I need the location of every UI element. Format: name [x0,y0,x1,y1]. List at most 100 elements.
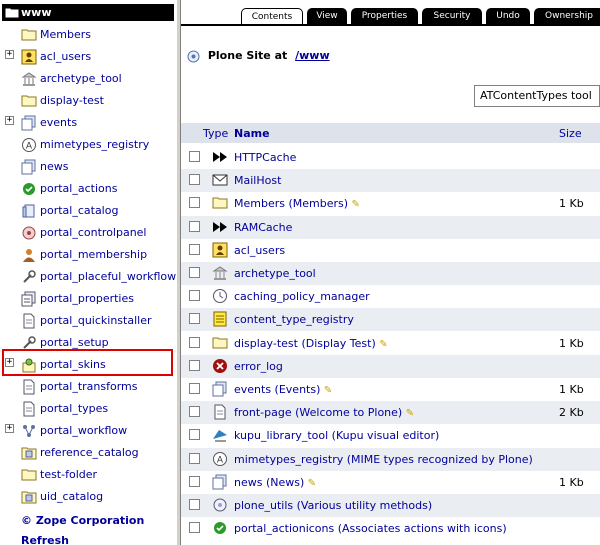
row-name-link[interactable]: archetype_tool [234,267,316,280]
row-checkbox[interactable] [189,336,200,348]
row-name-text: plone_utils (Various utility methods) [234,499,433,512]
row-checkbox[interactable] [189,313,200,325]
document-icon [21,379,35,395]
row-name-link[interactable]: MailHost [234,174,281,187]
tree-item-portal-actions[interactable]: portal_actions [0,179,176,199]
table-row: portal_actionicons (Associates actions w… [181,517,600,540]
row-name-link[interactable]: error_log [234,360,283,373]
row-checkbox[interactable] [189,174,200,186]
tree-item-reference-catalog[interactable]: reference_catalog [0,443,176,463]
acl-users-icon [212,242,228,258]
fast-forward-icon [212,149,228,165]
row-name-link[interactable]: Members (Members) ✎ [234,197,360,210]
row-name-link[interactable]: content_type_registry [234,313,354,326]
tree-item-portal-catalog[interactable]: portal_catalog [0,201,176,221]
row-checkbox[interactable] [189,406,200,418]
column-name[interactable]: Name [234,127,270,140]
row-name-link[interactable]: display-test (Display Test) ✎ [234,337,388,350]
row-name-link[interactable]: HTTPCache [234,151,296,164]
archetype-tool-icon [212,265,228,281]
error-icon [212,358,228,374]
catalog-icon [21,203,35,218]
tree-item-label: portal_types [40,402,109,415]
row-name-link[interactable]: plone_utils (Various utility methods) [234,499,432,512]
tab-view[interactable]: View [307,8,347,24]
column-size[interactable]: Size [559,127,582,140]
row-checkbox[interactable] [189,475,200,487]
row-size: 1 Kb [559,383,584,396]
zope-corporation-link[interactable]: © Zope Corporation [21,514,144,527]
expand-icon[interactable]: + [5,424,14,433]
tab-ownership[interactable]: Ownership [534,8,600,24]
tree-item-label: reference_catalog [40,446,139,459]
row-name-link[interactable]: events (Events) ✎ [234,383,332,396]
tree-item-acl-users[interactable]: + acl_users [0,47,176,67]
tree-item-archetype-tool[interactable]: archetype_tool [0,69,176,89]
tree-item-events[interactable]: + events [0,113,176,133]
tree-item-portal-transforms[interactable]: portal_transforms [0,377,176,397]
table-row: Amimetypes_registry (MIME types recogniz… [181,447,600,471]
plone-site-icon [187,50,200,63]
expand-icon[interactable]: + [5,50,14,59]
table-row: Members (Members) ✎ 1 Kb [181,192,600,215]
row-checkbox[interactable] [189,452,200,464]
document-icon [212,404,228,420]
tree-item-display-test[interactable]: display-test [0,91,176,111]
expand-icon[interactable]: + [5,116,14,125]
row-name-link[interactable]: mimetypes_registry (MIME types recognize… [234,453,533,466]
row-checkbox[interactable] [189,290,200,302]
tab-undo[interactable]: Undo [486,8,530,24]
properties-icon [21,291,36,307]
row-checkbox[interactable] [189,383,200,394]
tab-properties[interactable]: Properties [351,8,418,24]
table-row: content_type_registry [181,308,600,332]
tree-item-portal-workflow[interactable]: + portal_workflow [0,421,176,441]
column-type[interactable]: Type [203,127,228,140]
tree-item-portal-controlpanel[interactable]: portal_controlpanel [0,223,176,243]
row-checkbox[interactable] [189,429,200,441]
row-name-text: news (News) [234,475,305,489]
tree-item-members[interactable]: Members [0,25,176,45]
tree-item-portal-placeful-workflow[interactable]: portal_placeful_workflow [0,267,176,287]
row-name-link[interactable]: RAMCache [234,221,292,234]
tree-root[interactable]: www [0,3,176,23]
row-checkbox[interactable] [189,197,200,209]
row-checkbox[interactable] [189,499,200,510]
document-icon [21,313,35,329]
row-checkbox[interactable] [189,359,200,371]
add-object-select[interactable]: ATContentTypes tool [474,85,600,107]
row-checkbox[interactable] [189,522,200,534]
row-name-link[interactable]: kupu_library_tool (Kupu visual editor) [234,429,439,442]
row-name-link[interactable]: news (News) ✎ [234,476,316,489]
tree-item-test-folder[interactable]: test-folder [0,465,176,485]
tree-item-news[interactable]: news [0,157,176,177]
tab-security[interactable]: Security [422,8,482,24]
tree-item-label: portal_controlpanel [40,226,147,239]
row-name-link[interactable]: acl_users [234,244,285,257]
row-checkbox[interactable] [189,151,200,162]
refresh-link[interactable]: Refresh [21,534,69,545]
tree-item-portal-quickinstaller[interactable]: portal_quickinstaller [0,311,176,331]
row-name-text: events (Events) [234,383,321,396]
row-checkbox[interactable] [189,220,200,232]
tree-item-uid-catalog[interactable]: uid_catalog [0,487,176,507]
folder-icon [21,27,37,41]
table-row: news (News) ✎ 1 Kb [181,471,600,494]
tree-item-mimetypes-registry[interactable]: Amimetypes_registry [0,135,176,155]
tree-item-label: news [40,160,69,173]
row-checkbox[interactable] [189,243,200,255]
row-name-link[interactable]: portal_actionicons (Associates actions w… [234,522,507,535]
row-name-text: MailHost [234,174,282,188]
row-checkbox[interactable] [189,267,200,278]
table-row: archetype_tool [181,262,600,285]
caching-icon [212,288,228,304]
row-name-link[interactable]: caching_policy_manager [234,290,370,303]
pencil-icon: ✎ [405,408,415,420]
tab-contents[interactable]: Contents [241,8,303,24]
tree-item-portal-properties[interactable]: portal_properties [0,289,176,309]
site-path-link[interactable]: /www [295,49,330,62]
tree-item-portal-types[interactable]: portal_types [0,399,176,419]
tree-item-portal-membership[interactable]: portal_membership [0,245,176,265]
table-row: display-test (Display Test) ✎ 1 Kb [181,332,600,355]
row-name-link[interactable]: front-page (Welcome to Plone) ✎ [234,406,414,419]
